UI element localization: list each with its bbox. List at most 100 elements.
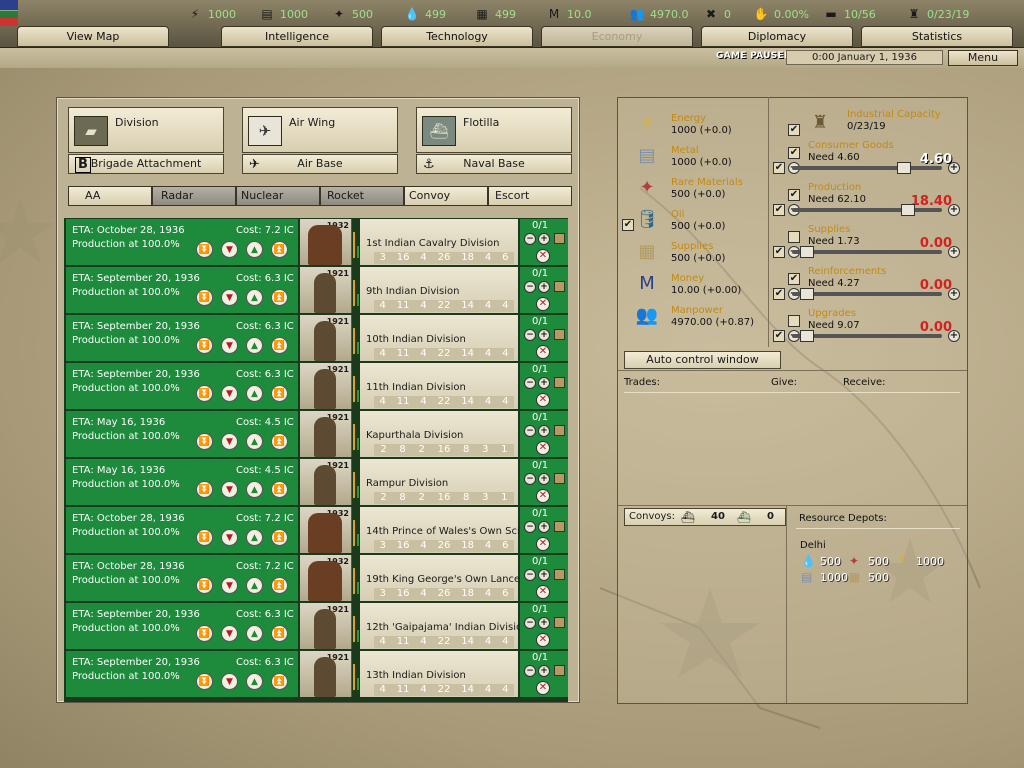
production-lock-checkbox[interactable]: ✔ <box>773 204 785 216</box>
move-up-button[interactable]: ▲ <box>246 673 263 690</box>
decrease-quantity-button[interactable]: − <box>524 377 536 389</box>
move-down-button[interactable]: ▼ <box>221 577 238 594</box>
move-up-button[interactable]: ▲ <box>246 625 263 642</box>
move-to-bottom-button[interactable]: ⏬ <box>196 385 213 402</box>
move-down-button[interactable]: ▼ <box>221 337 238 354</box>
unit-portrait[interactable]: 1932 <box>300 555 352 601</box>
increase-quantity-button[interactable]: + <box>538 329 550 341</box>
serial-toggle[interactable] <box>554 665 565 676</box>
move-to-bottom-button[interactable]: ⏬ <box>196 577 213 594</box>
serial-toggle[interactable] <box>554 281 565 292</box>
supplies-checkbox[interactable] <box>788 231 800 243</box>
delete-button[interactable]: ✕ <box>536 537 550 551</box>
delete-button[interactable]: ✕ <box>536 489 550 503</box>
reinforcements-lock-checkbox[interactable]: ✔ <box>773 288 785 300</box>
move-to-bottom-button[interactable]: ⏬ <box>196 241 213 258</box>
convoys-box[interactable]: Convoys: ⛴ 40 ⛴ 0 <box>624 508 786 526</box>
move-to-bottom-button[interactable]: ⏬ <box>196 673 213 690</box>
increase-quantity-button[interactable]: + <box>538 473 550 485</box>
move-down-button[interactable]: ▼ <box>221 241 238 258</box>
move-to-top-button[interactable]: ⏫ <box>271 625 288 642</box>
delete-button[interactable]: ✕ <box>536 249 550 263</box>
decrease-quantity-button[interactable]: − <box>524 281 536 293</box>
reinforcements-slider[interactable] <box>792 288 942 300</box>
consumer-goods-increase-button[interactable]: + <box>948 162 960 174</box>
supplies-lock-checkbox[interactable]: ✔ <box>773 246 785 258</box>
move-to-bottom-button[interactable]: ⏬ <box>196 433 213 450</box>
queue-row[interactable]: ETA: September 20, 1936 Production at 100… <box>64 314 568 361</box>
upgrades-increase-button[interactable]: + <box>948 330 960 342</box>
decrease-quantity-button[interactable]: − <box>524 425 536 437</box>
tab-statistics[interactable]: Statistics <box>861 26 1013 47</box>
filter-rocket-button[interactable]: Rocket <box>320 186 404 206</box>
upgrades-slider[interactable] <box>792 330 942 342</box>
serial-toggle[interactable] <box>554 617 565 628</box>
move-up-button[interactable]: ▲ <box>246 529 263 546</box>
tab-diplomacy[interactable]: Diplomacy <box>701 26 853 47</box>
move-to-bottom-button[interactable]: ⏬ <box>196 625 213 642</box>
unit-portrait[interactable]: 1921 <box>300 267 352 313</box>
increase-quantity-button[interactable]: + <box>538 233 550 245</box>
move-to-top-button[interactable]: ⏫ <box>271 529 288 546</box>
decrease-quantity-button[interactable]: − <box>524 569 536 581</box>
move-up-button[interactable]: ▲ <box>246 289 263 306</box>
upgrades-checkbox[interactable] <box>788 315 800 327</box>
build-division-button[interactable]: ▰ Division <box>68 107 224 153</box>
queue-row[interactable]: ETA: May 16, 1936 Production at 100.0% Cos… <box>64 410 568 457</box>
delete-button[interactable]: ✕ <box>536 585 550 599</box>
decrease-quantity-button[interactable]: − <box>524 665 536 677</box>
naval-base-button[interactable]: ⚓ Naval Base <box>416 154 572 174</box>
move-to-top-button[interactable]: ⏫ <box>271 433 288 450</box>
delete-button[interactable]: ✕ <box>536 297 550 311</box>
move-to-top-button[interactable]: ⏫ <box>271 337 288 354</box>
move-down-button[interactable]: ▼ <box>221 289 238 306</box>
decrease-quantity-button[interactable]: − <box>524 473 536 485</box>
consumer-goods-slider[interactable] <box>792 162 942 174</box>
delete-button[interactable]: ✕ <box>536 441 550 455</box>
build-air-wing-button[interactable]: ✈ Air Wing <box>242 107 398 153</box>
increase-quantity-button[interactable]: + <box>538 377 550 389</box>
move-up-button[interactable]: ▲ <box>246 481 263 498</box>
decrease-quantity-button[interactable]: − <box>524 233 536 245</box>
increase-quantity-button[interactable]: + <box>538 281 550 293</box>
queue-row[interactable]: ETA: September 20, 1936 Production at 100… <box>64 362 568 409</box>
filter-aa-button[interactable]: AA <box>68 186 152 206</box>
tab-technology[interactable]: Technology <box>381 26 533 47</box>
serial-toggle[interactable] <box>554 521 565 532</box>
move-to-bottom-button[interactable]: ⏬ <box>196 289 213 306</box>
move-up-button[interactable]: ▲ <box>246 241 263 258</box>
queue-row[interactable]: ETA: September 20, 1936 Production at 100… <box>64 602 568 649</box>
consumer-goods-lock-checkbox[interactable]: ✔ <box>773 162 785 174</box>
menu-button[interactable]: Menu <box>948 50 1018 66</box>
move-to-top-button[interactable]: ⏫ <box>271 289 288 306</box>
filter-radar-button[interactable]: Radar <box>152 186 236 206</box>
serial-toggle[interactable] <box>554 329 565 340</box>
tab-economy[interactable]: Economy <box>541 26 693 47</box>
delete-button[interactable]: ✕ <box>536 345 550 359</box>
move-to-bottom-button[interactable]: ⏬ <box>196 337 213 354</box>
increase-quantity-button[interactable]: + <box>538 569 550 581</box>
move-up-button[interactable]: ▲ <box>246 577 263 594</box>
brigade-attachment-button[interactable]: B Brigade Attachment <box>68 154 224 174</box>
unit-portrait[interactable]: 1921 <box>300 651 352 697</box>
production-checkbox[interactable]: ✔ <box>788 189 800 201</box>
supplies-slider[interactable] <box>792 246 942 258</box>
move-down-button[interactable]: ▼ <box>221 481 238 498</box>
serial-toggle[interactable] <box>554 473 565 484</box>
move-down-button[interactable]: ▼ <box>221 529 238 546</box>
delete-button[interactable]: ✕ <box>536 633 550 647</box>
filter-convoy-button[interactable]: Convoy <box>404 186 488 206</box>
oil-checkbox[interactable]: ✔ <box>622 219 634 231</box>
filter-escort-button[interactable]: Escort <box>488 186 572 206</box>
upgrades-slider-thumb[interactable] <box>800 330 814 342</box>
delete-button[interactable]: ✕ <box>536 681 550 695</box>
supplies-slider-thumb[interactable] <box>800 246 814 258</box>
move-down-button[interactable]: ▼ <box>221 385 238 402</box>
reinforcements-checkbox[interactable]: ✔ <box>788 273 800 285</box>
reinforcements-slider-thumb[interactable] <box>800 288 814 300</box>
move-to-top-button[interactable]: ⏫ <box>271 481 288 498</box>
move-up-button[interactable]: ▲ <box>246 433 263 450</box>
production-slider-thumb[interactable] <box>901 204 916 216</box>
reinforcements-increase-button[interactable]: + <box>948 288 960 300</box>
increase-quantity-button[interactable]: + <box>538 617 550 629</box>
